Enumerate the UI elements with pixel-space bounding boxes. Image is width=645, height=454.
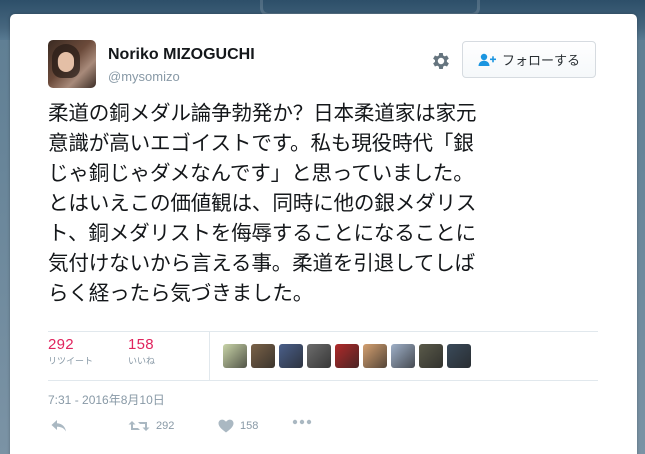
like-action-count: 158 bbox=[240, 420, 259, 432]
liker-avatar[interactable] bbox=[335, 344, 359, 368]
stats-bottom-divider bbox=[48, 380, 598, 381]
tweet-stats: 292 リツイート 158 いいね bbox=[48, 332, 598, 380]
reply-icon bbox=[51, 420, 66, 432]
likes-stat[interactable]: 158 いいね bbox=[128, 336, 155, 367]
heart-icon bbox=[218, 419, 234, 433]
tweet-text: 柔道の銅メダル論争勃発か？日本柔道家は家元 意識が高いエゴイストです。私も現役時… bbox=[48, 101, 477, 305]
liker-avatar[interactable] bbox=[251, 344, 275, 368]
more-dots-icon bbox=[292, 419, 312, 425]
tweet-actions: 292 158 bbox=[48, 419, 608, 443]
retweets-count: 292 bbox=[48, 336, 74, 353]
liker-avatar[interactable] bbox=[391, 344, 415, 368]
background-left bbox=[0, 40, 10, 454]
author-handle[interactable]: @mysomizo bbox=[108, 69, 180, 84]
like-button[interactable]: 158 bbox=[218, 419, 258, 433]
follow-user-icon bbox=[478, 53, 496, 66]
liker-avatar[interactable] bbox=[223, 344, 247, 368]
retweets-stat[interactable]: 292 リツイート bbox=[48, 336, 93, 367]
liker-avatars bbox=[223, 344, 471, 368]
tweet-timestamp[interactable]: 7:31 - 2016年8月10日 bbox=[48, 391, 165, 408]
stats-separator bbox=[209, 332, 210, 380]
retweet-button[interactable]: 292 bbox=[128, 419, 174, 433]
more-button[interactable] bbox=[292, 419, 312, 425]
liker-avatar[interactable] bbox=[419, 344, 443, 368]
likes-label: いいね bbox=[128, 357, 156, 367]
follow-button-label: フォローする bbox=[501, 54, 580, 69]
liker-avatar[interactable] bbox=[363, 344, 387, 368]
reply-button[interactable] bbox=[50, 419, 68, 433]
background-right bbox=[637, 40, 645, 454]
retweets-label: リツイート bbox=[48, 357, 94, 367]
author-name[interactable]: Noriko MIZOGUCHI bbox=[108, 46, 255, 64]
likes-count: 158 bbox=[128, 336, 154, 353]
liker-avatar[interactable] bbox=[279, 344, 303, 368]
liker-avatar[interactable] bbox=[447, 344, 471, 368]
tweet-card: Noriko MIZOGUCHI @mysomizo フォローする 柔道の銅メダ… bbox=[10, 14, 637, 454]
liker-avatar[interactable] bbox=[307, 344, 331, 368]
avatar-face bbox=[58, 52, 74, 72]
follow-button[interactable]: フォローする bbox=[462, 41, 596, 78]
author-avatar[interactable] bbox=[48, 40, 96, 88]
retweet-icon bbox=[128, 421, 150, 431]
retweet-action-count: 292 bbox=[156, 420, 175, 432]
gear-icon[interactable] bbox=[430, 50, 452, 72]
